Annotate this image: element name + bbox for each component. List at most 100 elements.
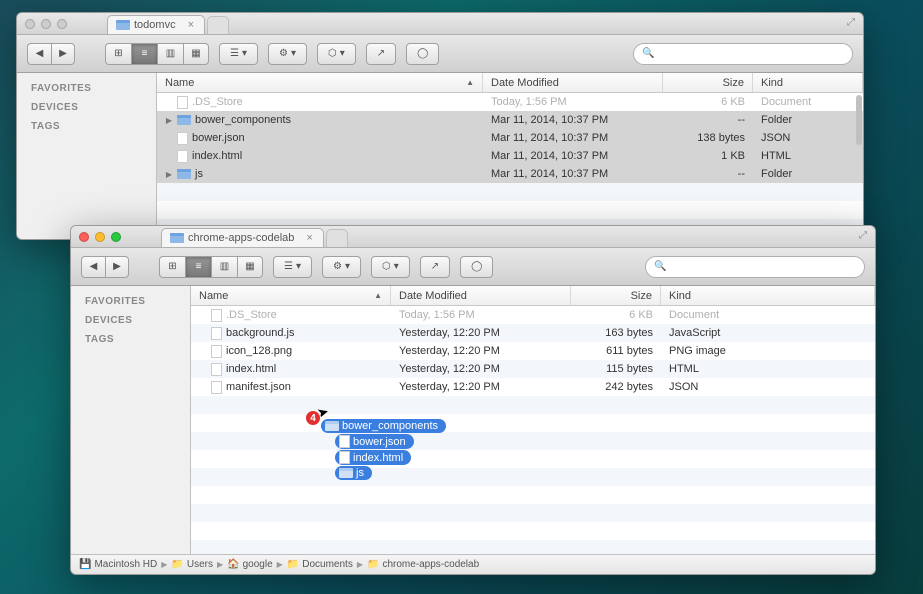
view-mode-group: ⊞ ≡ ▥ ▦ — [105, 43, 209, 65]
path-icon: 💾 — [79, 559, 91, 570]
search-input[interactable]: 🔍 — [645, 256, 865, 278]
finder-window-chrome-apps-codelab: chrome-apps-codelab × ⤢ ◀ ▶ ⊞ ≡ ▥ ▦ ☰ ▾ … — [70, 225, 876, 575]
view-column-button[interactable]: ▥ — [157, 43, 183, 65]
file-rows: ➤ 4 bower_componentsbower.jsonindex.html… — [191, 306, 875, 554]
fullscreen-icon[interactable]: ⤢ — [859, 230, 867, 241]
column-size[interactable]: Size — [571, 286, 661, 305]
view-list-button[interactable]: ≡ — [131, 43, 157, 65]
minimize-button[interactable] — [41, 19, 51, 29]
table-row[interactable]: .DS_StoreToday, 1:56 PM6 KBDocument — [191, 306, 875, 324]
disclosure-triangle-icon[interactable]: ▶ — [165, 170, 173, 179]
path-segment[interactable]: 📁Users — [171, 559, 213, 570]
table-row[interactable]: index.htmlMar 11, 2014, 10:37 PM1 KBHTML — [157, 147, 863, 165]
file-name: .DS_Store — [226, 309, 277, 321]
dropbox-button[interactable]: ⬡ ▾ — [371, 256, 410, 278]
folder-icon — [339, 468, 353, 478]
table-row[interactable]: index.htmlYesterday, 12:20 PM115 bytesHT… — [191, 360, 875, 378]
close-button[interactable] — [79, 232, 89, 242]
arrange-button[interactable]: ☰ ▾ — [219, 43, 258, 65]
path-icon: 📁 — [367, 559, 379, 570]
file-rows: .DS_StoreToday, 1:56 PM6 KBDocument▶bowe… — [157, 93, 863, 239]
empty-row — [191, 522, 875, 540]
back-button[interactable]: ◀ — [27, 43, 51, 65]
arrange-button[interactable]: ☰ ▾ — [273, 256, 312, 278]
table-row[interactable]: manifest.jsonYesterday, 12:20 PM242 byte… — [191, 378, 875, 396]
action-button[interactable]: ⚙ ▾ — [268, 43, 307, 65]
tab-title: chrome-apps-codelab — [188, 232, 294, 244]
sidebar-tags[interactable]: TAGS — [17, 117, 156, 136]
close-button[interactable] — [25, 19, 35, 29]
dropbox-button[interactable]: ⬡ ▾ — [317, 43, 356, 65]
column-name[interactable]: Name▲ — [191, 286, 391, 305]
disclosure-triangle-icon[interactable]: ▶ — [165, 116, 173, 125]
table-row[interactable]: background.jsYesterday, 12:20 PM163 byte… — [191, 324, 875, 342]
column-kind[interactable]: Kind — [661, 286, 875, 305]
sidebar-tags[interactable]: TAGS — [71, 330, 190, 349]
path-segment[interactable]: 📁Documents — [287, 559, 353, 570]
new-tab-button[interactable] — [326, 229, 348, 247]
cell-size: 611 bytes — [571, 345, 661, 357]
table-row[interactable]: icon_128.pngYesterday, 12:20 PM611 bytes… — [191, 342, 875, 360]
table-row[interactable]: ▶ js Mar 11, 2014, 10:37 PM--Folder — [157, 165, 863, 183]
search-input[interactable]: 🔍 — [633, 43, 853, 65]
tags-button[interactable]: ◯ — [460, 256, 493, 278]
path-icon: 📁 — [287, 559, 299, 570]
cell-size: -- — [663, 168, 753, 180]
view-coverflow-button[interactable]: ▦ — [183, 43, 209, 65]
action-button[interactable]: ⚙ ▾ — [322, 256, 361, 278]
tab-close-icon[interactable]: × — [306, 232, 312, 244]
column-kind[interactable]: Kind — [753, 73, 863, 92]
tab-chrome-apps-codelab[interactable]: chrome-apps-codelab × — [161, 228, 324, 247]
column-name[interactable]: Name▲ — [157, 73, 483, 92]
zoom-button[interactable] — [111, 232, 121, 242]
cell-date: Mar 11, 2014, 10:37 PM — [483, 168, 663, 180]
tags-button[interactable]: ◯ — [406, 43, 439, 65]
share-button[interactable]: ↗ — [420, 256, 450, 278]
column-size[interactable]: Size — [663, 73, 753, 92]
file-name: js — [195, 168, 203, 180]
table-row[interactable]: bower.jsonMar 11, 2014, 10:37 PM138 byte… — [157, 129, 863, 147]
sidebar-favorites[interactable]: FAVORITES — [17, 79, 156, 98]
minimize-button[interactable] — [95, 232, 105, 242]
table-row[interactable]: .DS_StoreToday, 1:56 PM6 KBDocument — [157, 93, 863, 111]
sidebar-devices[interactable]: DEVICES — [71, 311, 190, 330]
titlebar[interactable]: todomvc × ⤢ — [17, 13, 863, 35]
cell-kind: Folder — [753, 168, 863, 180]
forward-button[interactable]: ▶ — [105, 256, 129, 278]
path-icon: 📁 — [171, 559, 183, 570]
new-tab-button[interactable] — [207, 16, 229, 34]
fullscreen-icon[interactable]: ⤢ — [847, 17, 855, 28]
cell-kind: Document — [753, 96, 863, 108]
tab-todomvc[interactable]: todomvc × — [107, 15, 205, 34]
file-name: .DS_Store — [192, 96, 243, 108]
view-column-button[interactable]: ▥ — [211, 256, 237, 278]
document-icon — [211, 327, 222, 340]
share-button[interactable]: ↗ — [366, 43, 396, 65]
view-icon-button[interactable]: ⊞ — [159, 256, 185, 278]
scrollbar[interactable] — [856, 95, 862, 145]
titlebar[interactable]: chrome-apps-codelab × ⤢ — [71, 226, 875, 248]
back-button[interactable]: ◀ — [81, 256, 105, 278]
view-icon-button[interactable]: ⊞ — [105, 43, 131, 65]
column-date[interactable]: Date Modified — [391, 286, 571, 305]
document-icon — [211, 345, 222, 358]
traffic-lights[interactable] — [79, 232, 121, 242]
drag-item: bower.json — [335, 434, 414, 449]
search-icon: 🔍 — [654, 261, 666, 272]
file-name: icon_128.png — [226, 345, 292, 357]
empty-row — [191, 486, 875, 504]
column-date[interactable]: Date Modified — [483, 73, 663, 92]
traffic-lights[interactable] — [25, 19, 67, 29]
table-row[interactable]: ▶bower_componentsMar 11, 2014, 10:37 PM-… — [157, 111, 863, 129]
path-segment[interactable]: 📁chrome-apps-codelab — [367, 559, 479, 570]
path-segment[interactable]: 🏠google — [227, 559, 272, 570]
view-coverflow-button[interactable]: ▦ — [237, 256, 263, 278]
sidebar-devices[interactable]: DEVICES — [17, 98, 156, 117]
view-list-button[interactable]: ≡ — [185, 256, 211, 278]
forward-button[interactable]: ▶ — [51, 43, 75, 65]
path-segment[interactable]: 💾Macintosh HD — [79, 559, 157, 570]
sidebar-favorites[interactable]: FAVORITES — [71, 292, 190, 311]
tab-close-icon[interactable]: × — [188, 19, 194, 31]
folder-icon — [177, 169, 191, 179]
zoom-button[interactable] — [57, 19, 67, 29]
